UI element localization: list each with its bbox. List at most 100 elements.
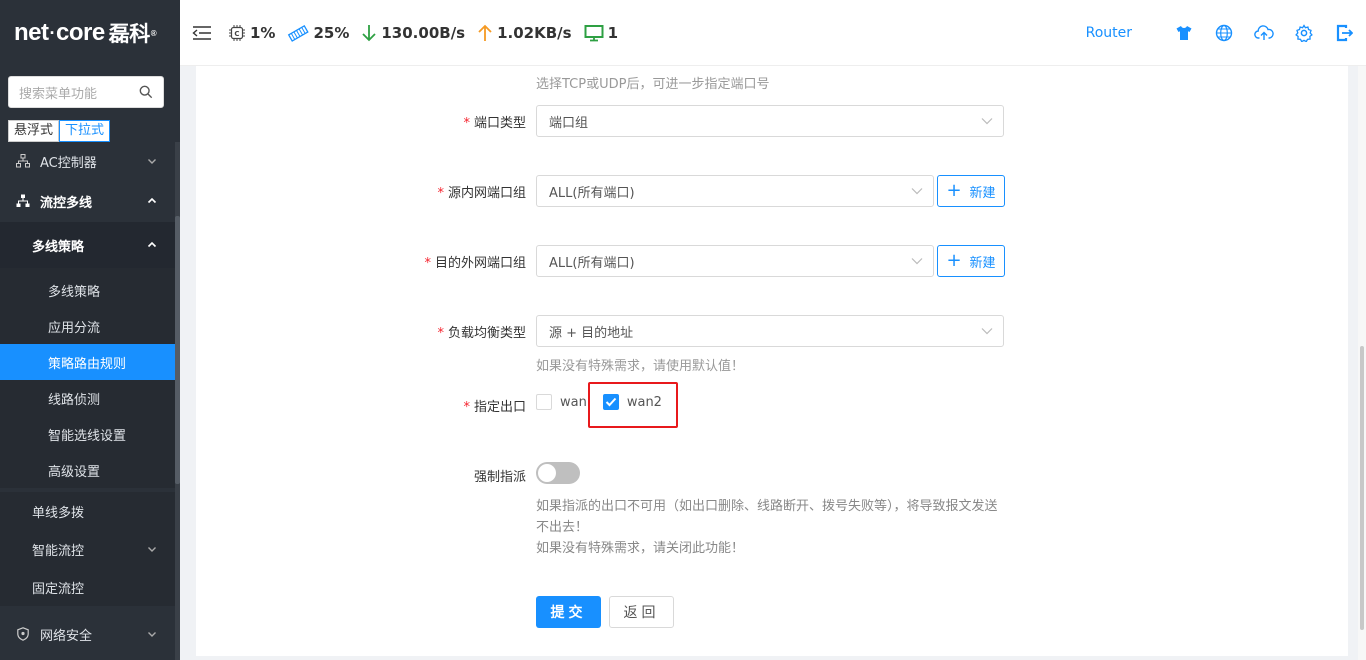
sidebar-item-label: 单线多拨 xyxy=(32,505,85,521)
plus-icon: + xyxy=(946,250,962,271)
chevron-down-icon xyxy=(981,118,993,125)
src-port-select[interactable]: ALL(所有端口) xyxy=(536,175,934,207)
chevron-down-icon xyxy=(148,632,156,637)
protocol-hint: 选择TCP或UDP后，可进一步指定端口号 xyxy=(536,77,770,92)
mode-float-button[interactable]: 悬浮式 xyxy=(8,120,60,142)
sidebar-item-smart-select[interactable]: 智能选线设置 xyxy=(0,416,175,452)
sidebar-item-label: 流控多线 xyxy=(40,195,93,211)
sidebar-item-ac[interactable]: AC控制器 xyxy=(0,142,175,180)
svg-text:C: C xyxy=(234,30,239,38)
back-button[interactable]: 返回 xyxy=(609,596,674,628)
sidebar-item-label: 多线策略 xyxy=(32,239,85,255)
sidebar-item-net-security[interactable]: 网络安全 xyxy=(0,614,175,654)
submit-button[interactable]: 提交 xyxy=(536,596,601,628)
arrow-down-icon xyxy=(362,24,377,41)
upload-value: 1.02KB/s xyxy=(497,23,572,42)
dst-port-new-button[interactable]: + 新建 xyxy=(937,245,1005,277)
cloud-upload-icon[interactable] xyxy=(1254,23,1274,43)
sidebar-item-policy-route[interactable]: 策略路由规则 xyxy=(0,344,175,380)
lb-type-value: 源 + 目的地址 xyxy=(549,325,634,341)
sidebar-item-multi-policy-group[interactable]: 多线策略 xyxy=(0,222,175,268)
sidebar-item-fixed-flow[interactable]: 固定流控 xyxy=(0,568,175,606)
cpu-icon: C xyxy=(229,24,245,41)
force-assign-switch[interactable] xyxy=(536,462,580,484)
brand-logo: net · core 磊科 ® xyxy=(14,19,157,46)
network-icon xyxy=(16,154,30,168)
port-type-label: * 端口类型 xyxy=(463,116,526,131)
wan-label[interactable]: wan xyxy=(560,395,587,410)
sidebar-item-app-split[interactable]: 应用分流 xyxy=(0,308,175,344)
memory-icon xyxy=(288,24,310,42)
globe-icon[interactable] xyxy=(1214,23,1234,43)
chevron-down-icon xyxy=(911,258,923,265)
port-type-value: 端口组 xyxy=(549,115,589,131)
network-icon xyxy=(16,194,30,207)
sidebar-item-label: AC控制器 xyxy=(40,155,97,171)
sidebar-item-label: 智能选线设置 xyxy=(48,428,127,444)
annotation-highlight-box xyxy=(588,382,678,428)
online-devices: 1 xyxy=(584,24,618,42)
memory-usage: 25% xyxy=(287,24,349,42)
lb-type-select[interactable]: 源 + 目的地址 xyxy=(536,315,1004,347)
download-speed: 130.00B/s xyxy=(361,24,465,42)
sidebar-item-advanced[interactable]: 高级设置 xyxy=(0,452,175,488)
sidebar-menu: AC控制器 流控多线 多线策略 多线策略 应用分流 策略路由规则 线路侦测 智能… xyxy=(0,142,175,654)
dst-port-value: ALL(所有端口) xyxy=(549,255,635,271)
menu-search-input[interactable]: 搜索菜单功能 xyxy=(8,76,164,108)
theme-shirt-icon[interactable] xyxy=(1174,23,1194,43)
src-port-value: ALL(所有端口) xyxy=(549,185,635,201)
router-link[interactable]: Router xyxy=(1086,25,1132,41)
sidebar-item-label: 线路侦测 xyxy=(48,392,101,408)
search-icon[interactable] xyxy=(139,85,153,99)
sidebar-item-label: 应用分流 xyxy=(48,320,101,336)
download-value: 130.00B/s xyxy=(381,23,466,42)
shield-icon xyxy=(17,627,29,641)
lb-hint: 如果没有特殊需求，请使用默认值！ xyxy=(536,359,745,374)
dst-port-select[interactable]: ALL(所有端口) xyxy=(536,245,934,277)
chevron-down-icon xyxy=(148,159,156,164)
chevron-down-icon xyxy=(148,547,156,552)
upload-speed: 1.02KB/s xyxy=(477,23,572,42)
logout-icon[interactable] xyxy=(1334,23,1354,43)
gear-icon[interactable] xyxy=(1294,23,1314,43)
sidebar-item-label: 网络安全 xyxy=(40,628,93,644)
collapse-menu-icon[interactable] xyxy=(192,25,212,41)
sidebar-item-label: 多线策略 xyxy=(48,284,101,300)
sidebar-item-flow-multi[interactable]: 流控多线 xyxy=(0,180,175,222)
content-scrollbar[interactable] xyxy=(1358,66,1366,660)
sidebar-item-multi-policy[interactable]: 多线策略 xyxy=(0,272,175,308)
wan-checkbox[interactable] xyxy=(536,394,552,410)
exit-label: * 指定出口 xyxy=(463,400,526,415)
sidebar-item-label: 高级设置 xyxy=(48,464,101,480)
sidebar-item-single-multi[interactable]: 单线多拨 xyxy=(0,492,175,530)
chevron-up-icon xyxy=(147,241,157,248)
sidebar-scrollbar[interactable] xyxy=(175,142,180,660)
chevron-down-icon xyxy=(981,328,993,335)
cpu-usage: C 1% xyxy=(228,24,275,42)
src-port-label: * 源内网端口组 xyxy=(437,186,526,201)
switch-knob xyxy=(538,464,556,482)
port-type-select[interactable]: 端口组 xyxy=(536,105,1004,137)
sidebar-item-line-detect[interactable]: 线路侦测 xyxy=(0,380,175,416)
sidebar-submenu: 多线策略 应用分流 策略路由规则 线路侦测 智能选线设置 高级设置 xyxy=(0,268,175,488)
dst-port-label: * 目的外网端口组 xyxy=(424,256,526,271)
devices-value: 1 xyxy=(607,23,619,42)
sidebar-item-label: 固定流控 xyxy=(32,581,85,597)
top-header: C 1% 25% 130.00B/s 1.02KB/s 1 Router xyxy=(180,0,1366,66)
plus-icon: + xyxy=(946,180,962,201)
sidebar-item-label: 智能流控 xyxy=(32,543,85,559)
new-button-label: 新建 xyxy=(969,255,996,271)
header-actions: Router xyxy=(1086,0,1354,66)
mode-dropdown-button[interactable]: 下拉式 xyxy=(59,120,111,142)
memory-value: 25% xyxy=(313,23,350,42)
arrow-up-icon xyxy=(478,24,492,41)
force-note-1: 如果指派的出口不可用（如出口删除、线路断开、拨号失败等），将导致报文发送不出去！ xyxy=(536,499,998,535)
force-note-2: 如果没有特殊需求，请关闭此功能！ xyxy=(536,541,745,556)
sidebar-item-smart-flow[interactable]: 智能流控 xyxy=(0,530,175,568)
cpu-value: 1% xyxy=(250,23,276,42)
menu-search-placeholder: 搜索菜单功能 xyxy=(19,86,98,102)
sidebar: net · core 磊科 ® 搜索菜单功能 悬浮式 下拉式 AC控制器 流控多线 多线… xyxy=(0,0,180,660)
chevron-up-icon xyxy=(147,197,157,204)
lb-type-label: * 负载均衡类型 xyxy=(437,326,526,341)
src-port-new-button[interactable]: + 新建 xyxy=(937,175,1005,207)
